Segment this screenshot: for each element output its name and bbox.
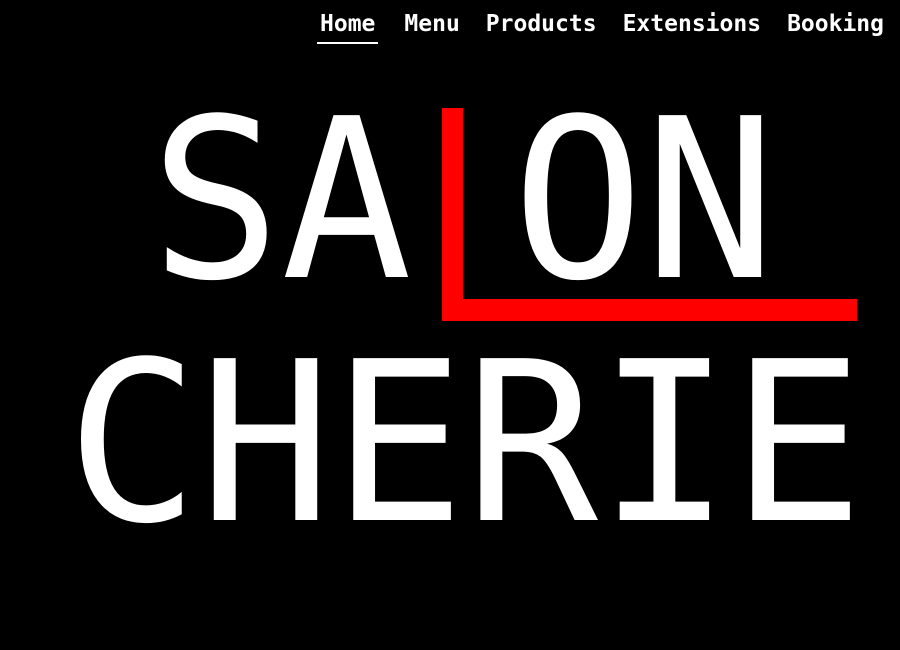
logo-text-sa: SA bbox=[150, 72, 412, 330]
logo-text-cherie: CHERIE bbox=[66, 315, 864, 573]
logo-text-on: ON bbox=[512, 72, 776, 330]
salon-cherie-logo: SA ON CHERIE bbox=[66, 72, 864, 573]
page: Home Menu Products Extensions Booking SA… bbox=[0, 0, 900, 650]
